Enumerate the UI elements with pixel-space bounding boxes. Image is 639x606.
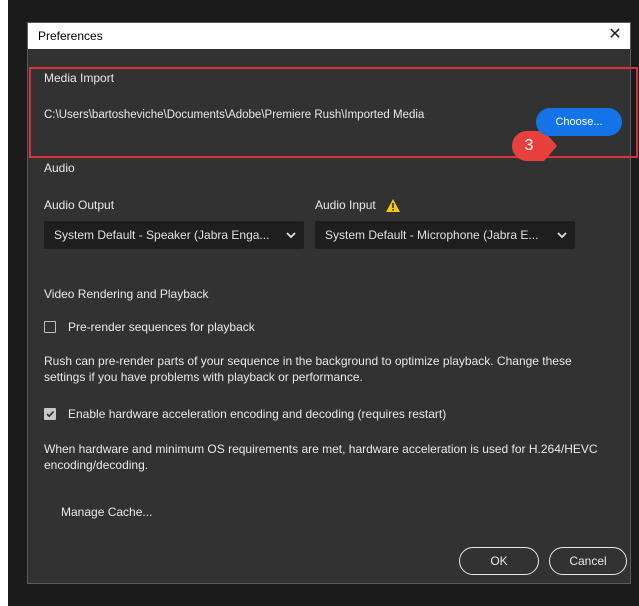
hwaccel-label: Enable hardware acceleration encoding an…: [68, 407, 447, 421]
checkmark-icon: [46, 410, 55, 418]
choose-button[interactable]: Choose...: [536, 108, 622, 136]
audio-input-label: Audio Input: [315, 198, 376, 212]
manage-cache-button[interactable]: Manage Cache...: [61, 505, 152, 519]
audio-output-select[interactable]: System Default - Speaker (Jabra Enga...: [44, 221, 304, 249]
title-bar: Preferences ✕: [28, 23, 630, 49]
audio-input-value: System Default - Microphone (Jabra E...: [325, 228, 539, 242]
audio-output-label: Audio Output: [44, 198, 115, 212]
chevron-down-icon: [286, 232, 296, 239]
chevron-down-icon: [557, 232, 567, 239]
prerender-description: Rush can pre-render parts of your sequen…: [44, 354, 572, 384]
audio-heading: Audio: [44, 161, 75, 175]
warning-icon: [386, 199, 400, 212]
prerender-label: Pre-render sequences for playback: [68, 320, 255, 334]
audio-output-value: System Default - Speaker (Jabra Enga...: [54, 228, 270, 242]
prerender-checkbox[interactable]: [44, 321, 56, 333]
hwaccel-checkbox[interactable]: [44, 408, 56, 420]
window-title: Preferences: [38, 29, 103, 43]
hwaccel-description: When hardware and minimum OS requirement…: [44, 442, 598, 472]
preferences-dialog: Preferences ✕ Media Import C:\Users\bart…: [27, 22, 638, 584]
video-heading: Video Rendering and Playback: [44, 287, 209, 301]
callout-number: 3: [524, 137, 534, 154]
ok-button[interactable]: OK: [459, 547, 539, 575]
close-icon[interactable]: ✕: [606, 25, 624, 45]
audio-input-select[interactable]: System Default - Microphone (Jabra E...: [315, 221, 575, 249]
cancel-button[interactable]: Cancel: [549, 547, 627, 575]
